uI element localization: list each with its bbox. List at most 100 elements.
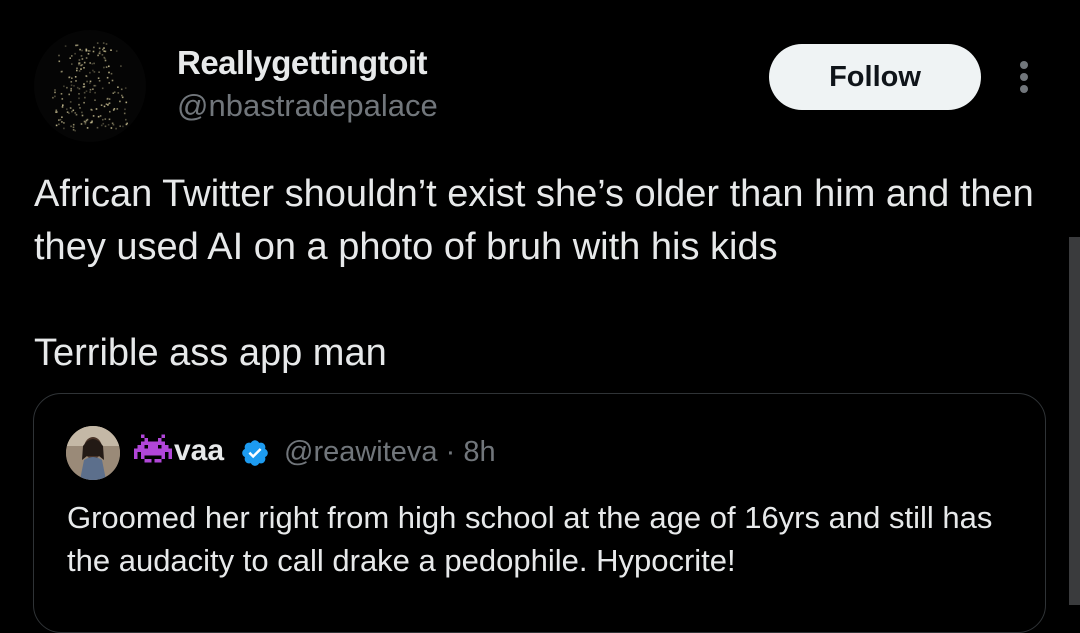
- avatar-speckle: [70, 84, 73, 87]
- avatar-speckle: [70, 89, 72, 92]
- avatar-speckle: [108, 102, 110, 105]
- author-display-name[interactable]: Reallygettingtoit: [177, 44, 428, 82]
- avatar-speckle: [74, 129, 76, 132]
- avatar-speckle: [72, 109, 75, 112]
- avatar-speckle: [89, 91, 91, 93]
- avatar-speckle: [61, 116, 63, 118]
- avatar-speckle: [78, 93, 80, 95]
- avatar-speckle: [121, 94, 123, 97]
- avatar-speckle: [92, 88, 94, 90]
- avatar-speckle: [107, 124, 110, 126]
- follow-button[interactable]: Follow: [769, 44, 981, 110]
- author-avatar[interactable]: [34, 30, 146, 142]
- avatar-speckle: [93, 46, 95, 49]
- avatar-speckle: [61, 106, 64, 108]
- avatar-speckle: [55, 109, 58, 112]
- avatar-speckle: [81, 49, 83, 52]
- avatar-speckle: [119, 100, 121, 103]
- avatar-speckle: [102, 42, 105, 44]
- scrollbar[interactable]: [1069, 237, 1080, 605]
- avatar-speckle: [76, 67, 78, 70]
- avatar-speckle: [63, 85, 65, 88]
- avatar-speckle: [69, 57, 71, 59]
- avatar-speckle: [121, 96, 124, 99]
- avatar-speckle: [61, 121, 63, 123]
- avatar-speckle: [56, 111, 58, 113]
- avatar-speckle: [109, 110, 111, 113]
- avatar-speckle: [104, 59, 107, 62]
- avatar-speckle: [85, 119, 88, 122]
- avatar-speckle: [91, 121, 93, 124]
- avatar-speckle: [96, 42, 99, 44]
- avatar-speckle: [120, 65, 122, 67]
- avatar-speckle: [85, 57, 88, 59]
- avatar-speckle: [98, 80, 101, 82]
- avatar-speckle: [60, 93, 63, 95]
- avatar-speckle: [83, 83, 85, 85]
- avatar-speckle: [89, 88, 92, 91]
- avatar-speckle: [66, 108, 68, 110]
- avatar-speckle: [103, 66, 105, 69]
- avatar-speckle: [58, 119, 60, 121]
- avatar-speckle: [111, 122, 114, 125]
- tweet-text-line: Terrible ass app man: [34, 332, 387, 374]
- more-vertical-icon[interactable]: [1010, 58, 1038, 98]
- avatar-speckle: [80, 64, 82, 67]
- avatar-speckle: [105, 43, 108, 45]
- avatar-speckle: [115, 50, 118, 52]
- avatar-speckle: [97, 77, 100, 79]
- quoted-author-name[interactable]: vaa: [174, 434, 224, 468]
- quoted-author-handle-time[interactable]: @reawiteva · 8h: [284, 436, 496, 469]
- avatar-speckle: [76, 69, 78, 72]
- avatar-speckle: [86, 127, 89, 129]
- avatar-speckle: [71, 110, 73, 113]
- avatar-speckle: [103, 47, 105, 49]
- avatar-speckle: [82, 86, 85, 88]
- avatar-speckle: [84, 96, 86, 99]
- avatar-speckle: [52, 96, 54, 99]
- avatar-speckle: [122, 125, 124, 128]
- avatar-speckle: [99, 50, 101, 53]
- avatar-speckle: [83, 67, 85, 69]
- avatar-speckle: [80, 55, 83, 57]
- avatar-speckle: [98, 71, 100, 73]
- avatar-speckle: [99, 52, 101, 55]
- avatar-speckle: [89, 82, 91, 84]
- avatar-speckle: [108, 82, 110, 84]
- avatar-speckle: [79, 107, 81, 109]
- avatar-speckle: [100, 124, 103, 127]
- avatar-speckle: [60, 70, 63, 73]
- avatar-speckle: [74, 76, 77, 78]
- avatar-speckle: [58, 54, 60, 57]
- avatar-speckle: [93, 84, 95, 87]
- avatar-speckle: [68, 112, 70, 114]
- avatar-speckle: [87, 53, 90, 55]
- avatar-speckle: [55, 124, 58, 127]
- avatar-speckle: [104, 50, 107, 53]
- avatar-speckle: [108, 118, 111, 121]
- avatar-speckle: [105, 66, 108, 68]
- avatar-speckle: [94, 91, 96, 94]
- avatar-speckle: [108, 98, 111, 100]
- avatar-speckle: [81, 114, 84, 117]
- avatar-speckle: [124, 87, 127, 89]
- avatar-speckle: [86, 75, 88, 78]
- avatar-speckle: [116, 108, 119, 110]
- avatar-speckle: [104, 125, 107, 128]
- avatar-speckle: [120, 88, 123, 91]
- avatar-speckle: [74, 52, 76, 55]
- avatar-speckle: [92, 115, 95, 117]
- quoted-author-avatar[interactable]: [66, 426, 120, 480]
- avatar-speckle: [108, 65, 110, 68]
- quoted-tweet-card[interactable]: vaa @reawiteva · 8h Groomed her right fr…: [33, 393, 1046, 633]
- avatar-speckle: [76, 86, 79, 89]
- avatar-speckle: [101, 54, 104, 56]
- avatar-speckle: [75, 80, 77, 82]
- author-handle[interactable]: @nbastradepalace: [177, 88, 438, 124]
- avatar-speckle: [97, 115, 100, 118]
- avatar-speckle: [54, 89, 56, 91]
- avatar-speckle: [125, 101, 128, 104]
- avatar-speckle: [63, 122, 65, 124]
- space-invader-icon: [134, 434, 172, 470]
- avatar-speckle: [89, 71, 91, 74]
